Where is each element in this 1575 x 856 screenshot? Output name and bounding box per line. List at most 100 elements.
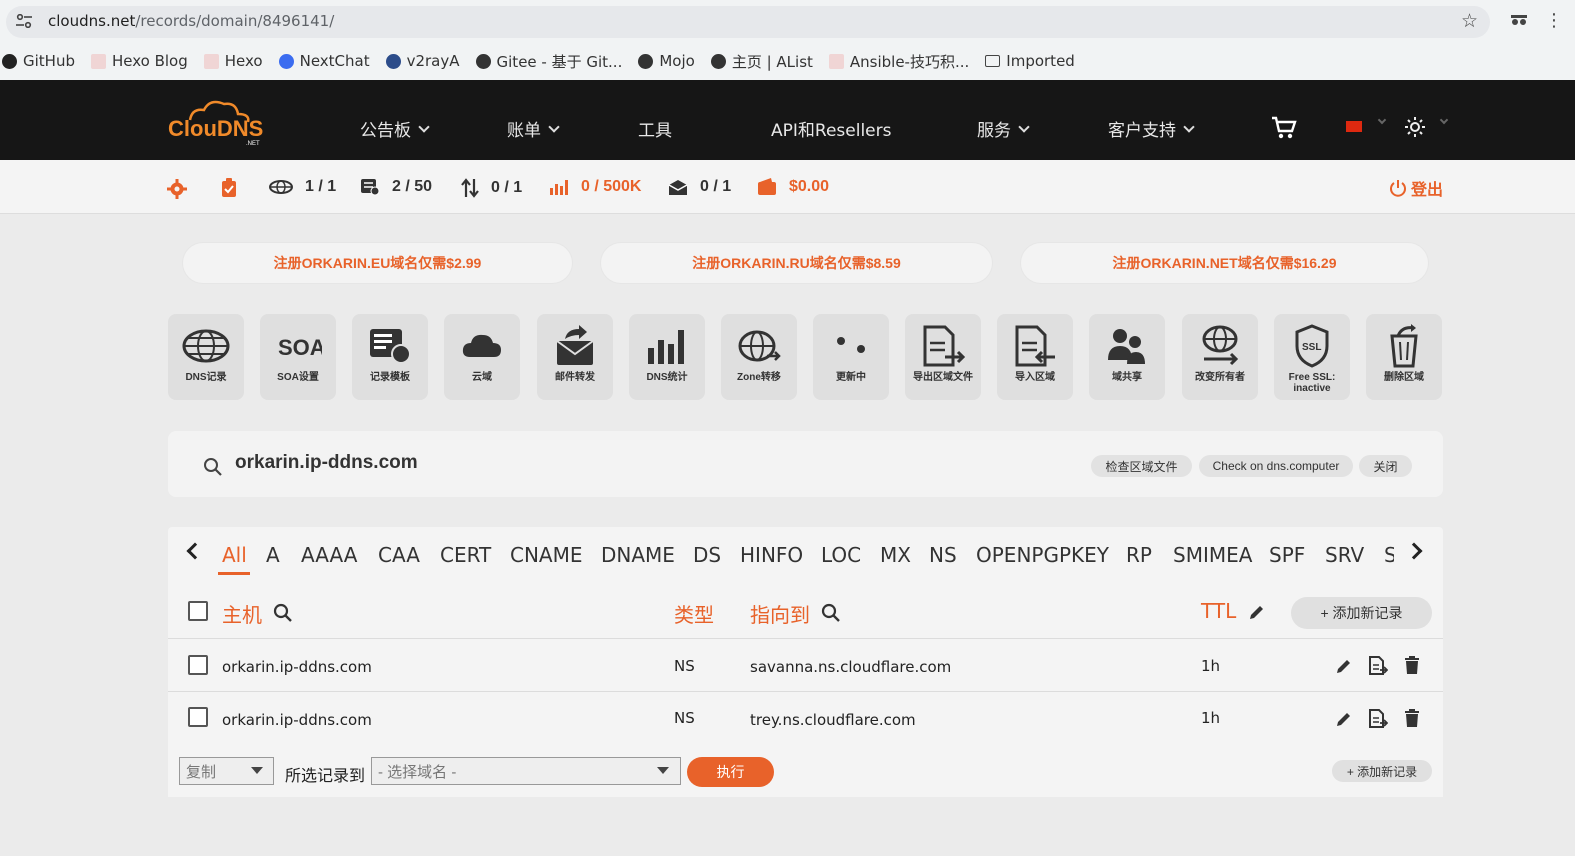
tab-srv[interactable]: SRV (1325, 543, 1364, 567)
tile-mail-forwarding[interactable]: 邮件转发 (537, 314, 613, 400)
chevron-down-icon (251, 767, 263, 774)
hexo-icon (203, 53, 219, 69)
tab-ns[interactable]: NS (929, 543, 957, 567)
edit-ttl-pencil-icon[interactable] (1248, 603, 1266, 621)
edit-pencil-icon[interactable] (1335, 710, 1353, 728)
host-search-icon[interactable] (273, 603, 293, 623)
row-checkbox[interactable] (188, 707, 208, 727)
search-icon[interactable] (203, 457, 223, 477)
url-text[interactable]: cloudns.net/records/domain/8496141/ (48, 12, 334, 30)
tile-change-owner[interactable]: 改变所有者 (1182, 314, 1258, 400)
tile-dns-stats[interactable]: DNS统计 (629, 314, 705, 400)
tile-record-templates[interactable]: 记录模板 (352, 314, 428, 400)
stat-transfers[interactable]: 0 / 1 (461, 178, 522, 198)
tab-mx[interactable]: MX (880, 543, 911, 567)
check-zone-file-button[interactable]: 检查区域文件 (1091, 455, 1192, 477)
promo-net[interactable]: 注册ORKARIN.NET域名仅需$16.29 (1021, 243, 1428, 283)
bookmark-gitee[interactable]: Gitee - 基于 Git... (475, 51, 622, 72)
tab-loc[interactable]: LOC (821, 543, 861, 567)
logout-button[interactable]: 登出 (1389, 176, 1443, 200)
tab-smimea[interactable]: SMIMEA (1173, 543, 1252, 567)
zone-domain-name[interactable]: orkarin.ip-ddns.com (235, 452, 418, 474)
column-ttl[interactable]: TTL (1201, 599, 1236, 623)
column-type[interactable]: 类型 (674, 599, 714, 628)
nav-billing[interactable]: 账单 (507, 116, 560, 141)
tile-domain-share[interactable]: 域共享 (1089, 314, 1165, 400)
tile-cloud-domain[interactable]: 云域 (444, 314, 520, 400)
nav-tools[interactable]: 工具 (638, 116, 672, 141)
nav-api-resellers[interactable]: API和Resellers (771, 116, 891, 141)
check-dns-computer-button[interactable]: Check on dns.computer (1199, 455, 1353, 477)
tab-rp[interactable]: RP (1126, 543, 1152, 567)
bookmark-folder-imported[interactable]: Imported (985, 52, 1075, 70)
delete-trash-icon[interactable] (1404, 656, 1420, 675)
zones-globe-icon (269, 180, 293, 194)
tile-delete-zone[interactable]: 删除区域 (1366, 314, 1442, 400)
tab-dname[interactable]: DNAME (601, 543, 675, 567)
tile-soa-settings[interactable]: SOA SOA设置 (260, 314, 336, 400)
close-zone-button[interactable]: 关闭 (1359, 455, 1412, 477)
nav-bulletin[interactable]: 公告板 (360, 116, 430, 141)
promo-eu[interactable]: 注册ORKARIN.EU域名仅需$2.99 (183, 243, 572, 283)
stat-balance[interactable]: $0.00 (757, 178, 829, 196)
column-host[interactable]: 主机 (222, 599, 262, 628)
language-flag-icon[interactable] (1346, 121, 1362, 132)
settings-gear-icon[interactable] (167, 179, 187, 199)
execute-button[interactable]: 执行 (687, 757, 774, 787)
promo-ru[interactable]: 注册ORKARIN.RU域名仅需$8.59 (601, 243, 992, 283)
tile-import-zone[interactable]: 导入区域 (997, 314, 1073, 400)
logo-text: ClouDNS (168, 116, 263, 141)
bookmark-hexo[interactable]: Hexo (203, 52, 263, 70)
copy-record-icon[interactable] (1368, 656, 1388, 676)
tab-hinfo[interactable]: HINFO (740, 543, 803, 567)
select-all-checkbox[interactable] (188, 601, 208, 621)
bookmark-nextchat[interactable]: NextChat (278, 52, 370, 70)
globe-icon (710, 53, 726, 69)
nav-services[interactable]: 服务 (977, 116, 1030, 141)
row-checkbox[interactable] (188, 655, 208, 675)
tab-all[interactable]: All (222, 543, 247, 567)
tile-updating[interactable]: 更新中 (813, 314, 889, 400)
tile-zone-transfer[interactable]: Zone转移 (721, 314, 797, 400)
nav-support[interactable]: 客户支持 (1108, 116, 1195, 141)
bookmark-github[interactable]: GitHub (2, 52, 75, 70)
target-domain-select[interactable]: - 选择域名 - (371, 757, 681, 785)
bookmark-ansible[interactable]: Ansible-技巧积... (828, 51, 969, 72)
logo-sub: .NET (246, 141, 260, 147)
tab-cert[interactable]: CERT (440, 543, 491, 567)
tile-export-zone[interactable]: 导出区域文件 (905, 314, 981, 400)
tab-a[interactable]: A (266, 543, 280, 567)
theme-sun-icon[interactable] (1405, 117, 1425, 137)
tab-cname[interactable]: CNAME (510, 543, 583, 567)
tab-ds[interactable]: DS (693, 543, 721, 567)
points-to-search-icon[interactable] (821, 603, 841, 623)
tab-openpgpkey[interactable]: OPENPGPKEY (976, 543, 1109, 567)
cloudns-logo[interactable]: ClouDNS .NET (168, 98, 263, 148)
site-settings-icon[interactable] (16, 14, 32, 28)
tab-aaaa[interactable]: AAAA (301, 543, 357, 567)
clipboard-check-icon[interactable] (221, 178, 237, 198)
bookmark-star-icon[interactable]: ☆ (1461, 10, 1478, 33)
stat-records[interactable]: 2 / 50 (360, 178, 432, 196)
browser-menu-icon[interactable]: ⋮ (1545, 10, 1563, 31)
column-points-to[interactable]: 指向到 (750, 599, 810, 628)
bookmark-alist[interactable]: 主页 | AList (710, 51, 813, 72)
tile-dns-records[interactable]: DNS记录 (168, 314, 244, 400)
cart-icon[interactable] (1271, 116, 1297, 140)
add-record-button[interactable]: + 添加新记录 (1291, 597, 1432, 629)
bookmark-hexo-blog[interactable]: Hexo Blog (90, 52, 188, 70)
incognito-icon[interactable] (1510, 13, 1528, 27)
stat-zones[interactable]: 1 / 1 (269, 178, 336, 196)
stat-queries[interactable]: 0 / 500K (549, 178, 641, 196)
add-record-button-footer[interactable]: + 添加新记录 (1332, 760, 1432, 782)
edit-pencil-icon[interactable] (1335, 657, 1353, 675)
bookmark-v2raya[interactable]: v2rayA (385, 52, 460, 70)
delete-trash-icon[interactable] (1404, 709, 1420, 728)
stat-mail[interactable]: 0 / 1 (668, 178, 731, 196)
tab-truncated[interactable]: S (1384, 543, 1394, 567)
bookmark-mojo[interactable]: Mojo (638, 52, 695, 70)
tile-free-ssl[interactable]: SSL Free SSL: inactive (1274, 314, 1350, 400)
tab-caa[interactable]: CAA (378, 543, 420, 567)
copy-record-icon[interactable] (1368, 709, 1388, 729)
tab-spf[interactable]: SPF (1269, 543, 1305, 567)
